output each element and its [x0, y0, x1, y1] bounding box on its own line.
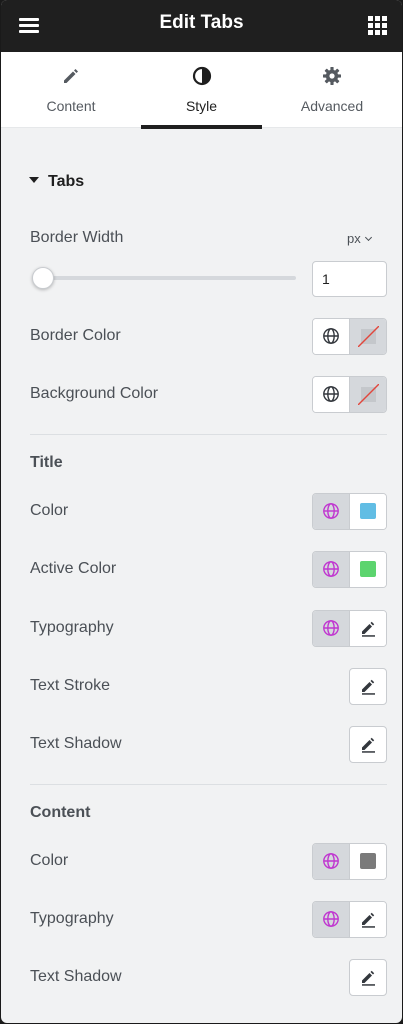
globe-icon — [323, 620, 339, 636]
edit-typography-button[interactable] — [350, 902, 386, 937]
border-width-input[interactable] — [312, 261, 387, 297]
contrast-icon — [192, 66, 211, 86]
tab-style[interactable]: Style — [141, 52, 262, 129]
pencil-icon — [362, 970, 375, 986]
border-color-picker[interactable] — [350, 319, 386, 354]
active-color-label: Active Color — [30, 560, 117, 577]
tab-content-label: Content — [46, 98, 96, 114]
active-tab-indicator — [141, 125, 262, 129]
gear-icon — [323, 67, 341, 85]
globe-icon — [323, 503, 339, 519]
title-color-picker[interactable] — [350, 494, 386, 529]
border-width-label: Border Width — [30, 229, 124, 246]
pencil-icon — [362, 912, 375, 928]
tab-advanced[interactable]: Advanced — [262, 52, 402, 128]
caret-down-icon — [29, 176, 39, 183]
global-colors-button[interactable] — [313, 494, 350, 529]
edit-title-text-shadow-button[interactable] — [349, 726, 387, 763]
color-swatch — [360, 503, 376, 519]
section-title: Tabs — [48, 173, 85, 190]
editor-panel: Edit Tabs Content Style Advanced Tabs Bo… — [1, 0, 402, 1023]
globe-icon — [323, 853, 339, 869]
color-swatch — [360, 853, 376, 869]
pencil-icon — [64, 69, 78, 83]
pencil-icon — [362, 737, 375, 753]
grid-icon[interactable] — [368, 16, 387, 35]
color-swatch — [360, 561, 376, 577]
top-bar: Edit Tabs — [1, 0, 402, 52]
content-typography-label: Typography — [30, 910, 114, 927]
global-colors-button[interactable] — [313, 377, 350, 412]
title-typography-control — [312, 610, 387, 647]
chevron-down-icon — [364, 233, 372, 242]
no-color-icon — [358, 326, 379, 347]
title-text-shadow-label: Text Shadow — [30, 735, 122, 752]
global-colors-button[interactable] — [313, 319, 350, 354]
section-toggle-tabs[interactable]: Tabs — [29, 173, 84, 195]
pencil-icon — [362, 621, 375, 637]
text-stroke-label: Text Stroke — [30, 677, 111, 694]
background-color-label: Background Color — [30, 385, 159, 402]
border-color-control — [312, 318, 387, 355]
title-group-heading: Title — [30, 454, 63, 471]
globe-icon — [323, 911, 339, 927]
background-color-picker[interactable] — [350, 377, 386, 412]
panel-title: Edit Tabs — [159, 12, 244, 33]
title-typography-label: Typography — [30, 619, 114, 636]
tab-advanced-label: Advanced — [300, 98, 364, 114]
content-color-picker[interactable] — [350, 844, 386, 879]
global-fonts-button[interactable] — [313, 902, 350, 937]
global-colors-button[interactable] — [313, 552, 350, 587]
global-colors-button[interactable] — [313, 844, 350, 879]
border-color-label: Border Color — [30, 327, 121, 344]
content-group-heading: Content — [30, 804, 91, 821]
edit-content-text-shadow-button[interactable] — [349, 959, 387, 996]
background-color-control — [312, 376, 387, 413]
content-color-control — [312, 843, 387, 880]
globe-icon — [323, 561, 339, 577]
title-color-control — [312, 493, 387, 530]
content-color-label: Color — [30, 852, 69, 869]
active-color-picker[interactable] — [350, 552, 386, 587]
content-typography-control — [312, 901, 387, 938]
edit-text-stroke-button[interactable] — [349, 668, 387, 705]
slider-handle[interactable] — [32, 267, 54, 289]
title-color-label: Color — [30, 502, 69, 519]
panel-tabs: Content Style Advanced — [1, 52, 402, 129]
divider — [30, 434, 387, 435]
unit-value: px — [347, 231, 361, 246]
edit-typography-button[interactable] — [350, 611, 386, 646]
tab-content[interactable]: Content — [1, 52, 141, 128]
globe-icon — [323, 386, 339, 402]
unit-selector[interactable]: px — [347, 231, 372, 246]
active-color-control — [312, 551, 387, 588]
global-fonts-button[interactable] — [313, 611, 350, 646]
tab-style-label: Style — [185, 98, 218, 114]
border-width-slider[interactable] — [40, 276, 296, 280]
pencil-icon — [362, 679, 375, 695]
divider — [30, 784, 387, 785]
content-text-shadow-label: Text Shadow — [30, 968, 122, 985]
no-color-icon — [358, 384, 379, 405]
globe-icon — [323, 328, 339, 344]
